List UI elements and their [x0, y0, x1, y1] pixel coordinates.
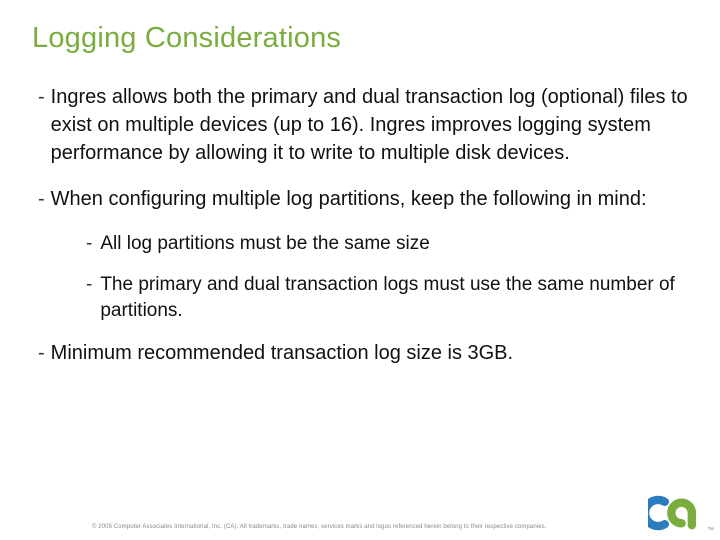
slide: Logging Considerations - Ingres allows b… — [0, 0, 720, 540]
page-title: Logging Considerations — [32, 22, 688, 55]
bullet-dash: - — [38, 185, 45, 213]
list-item: - When configuring multiple log partitio… — [32, 185, 688, 213]
list-item: - Minimum recommended transaction log si… — [32, 339, 688, 367]
bullet-text: The primary and dual transaction logs mu… — [100, 272, 688, 325]
list-item: - Ingres allows both the primary and dua… — [32, 83, 688, 167]
bullet-dash: - — [38, 83, 45, 167]
copyright-footer: © 2005 Computer Associates International… — [92, 524, 547, 530]
bullet-text: Minimum recommended transaction log size… — [51, 339, 513, 367]
bullet-text: Ingres allows both the primary and dual … — [51, 83, 688, 167]
bullet-dash: - — [38, 339, 45, 367]
list-item: - All log partitions must be the same si… — [32, 231, 688, 258]
list-item: - The primary and dual transaction logs … — [32, 272, 688, 325]
bullet-text: When configuring multiple log partitions… — [51, 185, 647, 213]
bullet-text: All log partitions must be the same size — [100, 231, 430, 258]
trademark-symbol: ™ — [707, 527, 714, 534]
bullet-dash: - — [86, 231, 92, 258]
ca-logo-icon — [648, 494, 704, 532]
bullet-dash: - — [86, 272, 92, 325]
